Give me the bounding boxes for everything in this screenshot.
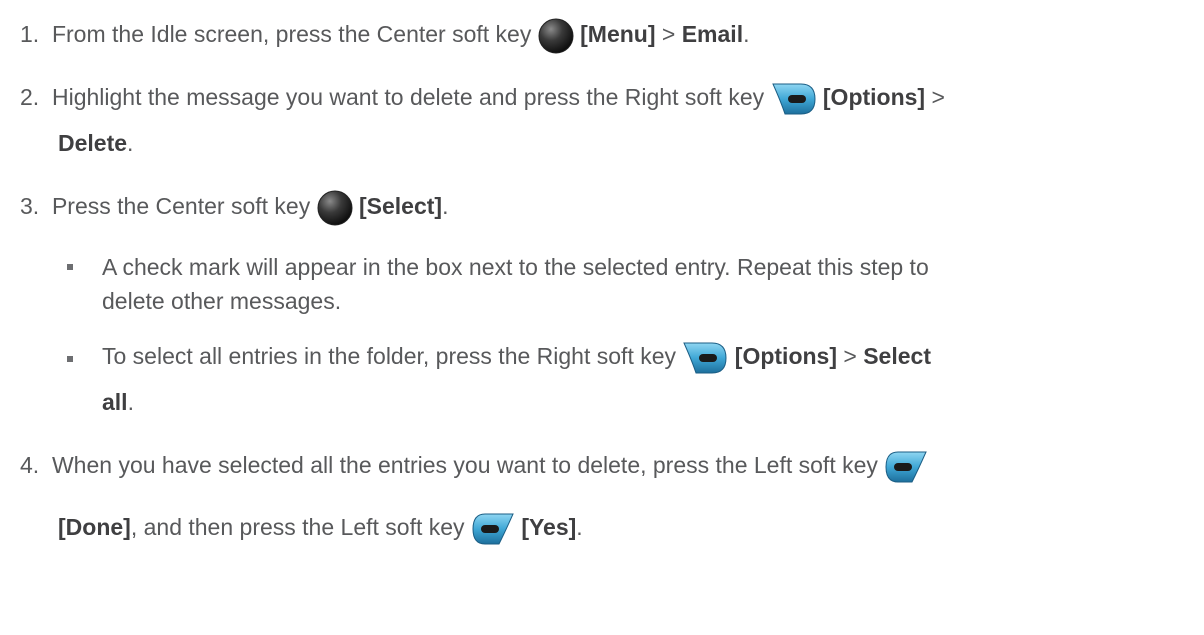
step-3: 3. Press the Center soft key [Select]. — [20, 190, 448, 226]
right-soft-key-icon — [682, 341, 728, 375]
punctuation: . — [576, 514, 583, 541]
separator: > — [925, 84, 945, 111]
bullet-1-line-2: delete other messages. — [102, 288, 342, 314]
separator: > — [655, 21, 682, 48]
instruction-page: 1. From the Idle screen, press the Cente… — [0, 0, 1204, 635]
step-1: 1. From the Idle screen, press the Cente… — [20, 18, 749, 54]
key-label: [Yes] — [521, 514, 577, 541]
punctuation: . — [743, 21, 750, 48]
key-label: [Done] — [58, 514, 131, 541]
punctuation: . — [127, 130, 134, 156]
key-label: [Menu] — [580, 21, 656, 48]
bullet-2-line-1: To select all entries in the folder, pre… — [102, 341, 931, 375]
center-soft-key-icon — [317, 190, 353, 226]
step-number: 1. — [20, 21, 40, 48]
step-number: 3. — [20, 193, 40, 220]
step-number: 2. — [20, 84, 40, 111]
left-soft-key-icon — [884, 450, 928, 484]
right-soft-key-icon — [771, 82, 817, 116]
menu-destination: Email — [681, 21, 744, 48]
bullet-marker — [67, 356, 73, 362]
step-text: Press the Center soft key — [51, 193, 311, 220]
punctuation: . — [442, 193, 449, 220]
menu-destination: Select — [863, 343, 931, 370]
menu-destination-continued: all — [102, 389, 128, 415]
bullet-1-line-1: A check mark will appear in the box next… — [102, 254, 929, 280]
step-text: When you have selected all the entries y… — [51, 452, 878, 479]
menu-destination: Delete — [58, 130, 128, 156]
separator: > — [837, 343, 864, 370]
key-label: [Options] — [822, 84, 926, 111]
center-soft-key-icon — [538, 18, 574, 54]
bullet-text: To select all entries in the folder, pre… — [102, 343, 677, 370]
step-2-continued: Delete. — [58, 128, 133, 158]
bullet-2-line-2: all. — [102, 387, 134, 417]
punctuation: . — [127, 389, 134, 415]
step-number: 4. — [20, 452, 40, 479]
left-soft-key-icon — [471, 512, 515, 546]
step-text: From the Idle screen, press the Center s… — [51, 21, 532, 48]
step-text: , and then press the Left soft key — [130, 514, 465, 541]
step-4: 4. When you have selected all the entrie… — [20, 450, 928, 484]
step-2: 2. Highlight the message you want to del… — [20, 82, 945, 116]
key-label: [Options] — [734, 343, 837, 370]
key-label: [Select] — [358, 193, 443, 220]
step-text: Highlight the message you want to delete… — [51, 84, 765, 111]
step-4-continued: [Done], and then press the Left soft key… — [58, 512, 583, 546]
bullet-marker — [67, 264, 73, 270]
